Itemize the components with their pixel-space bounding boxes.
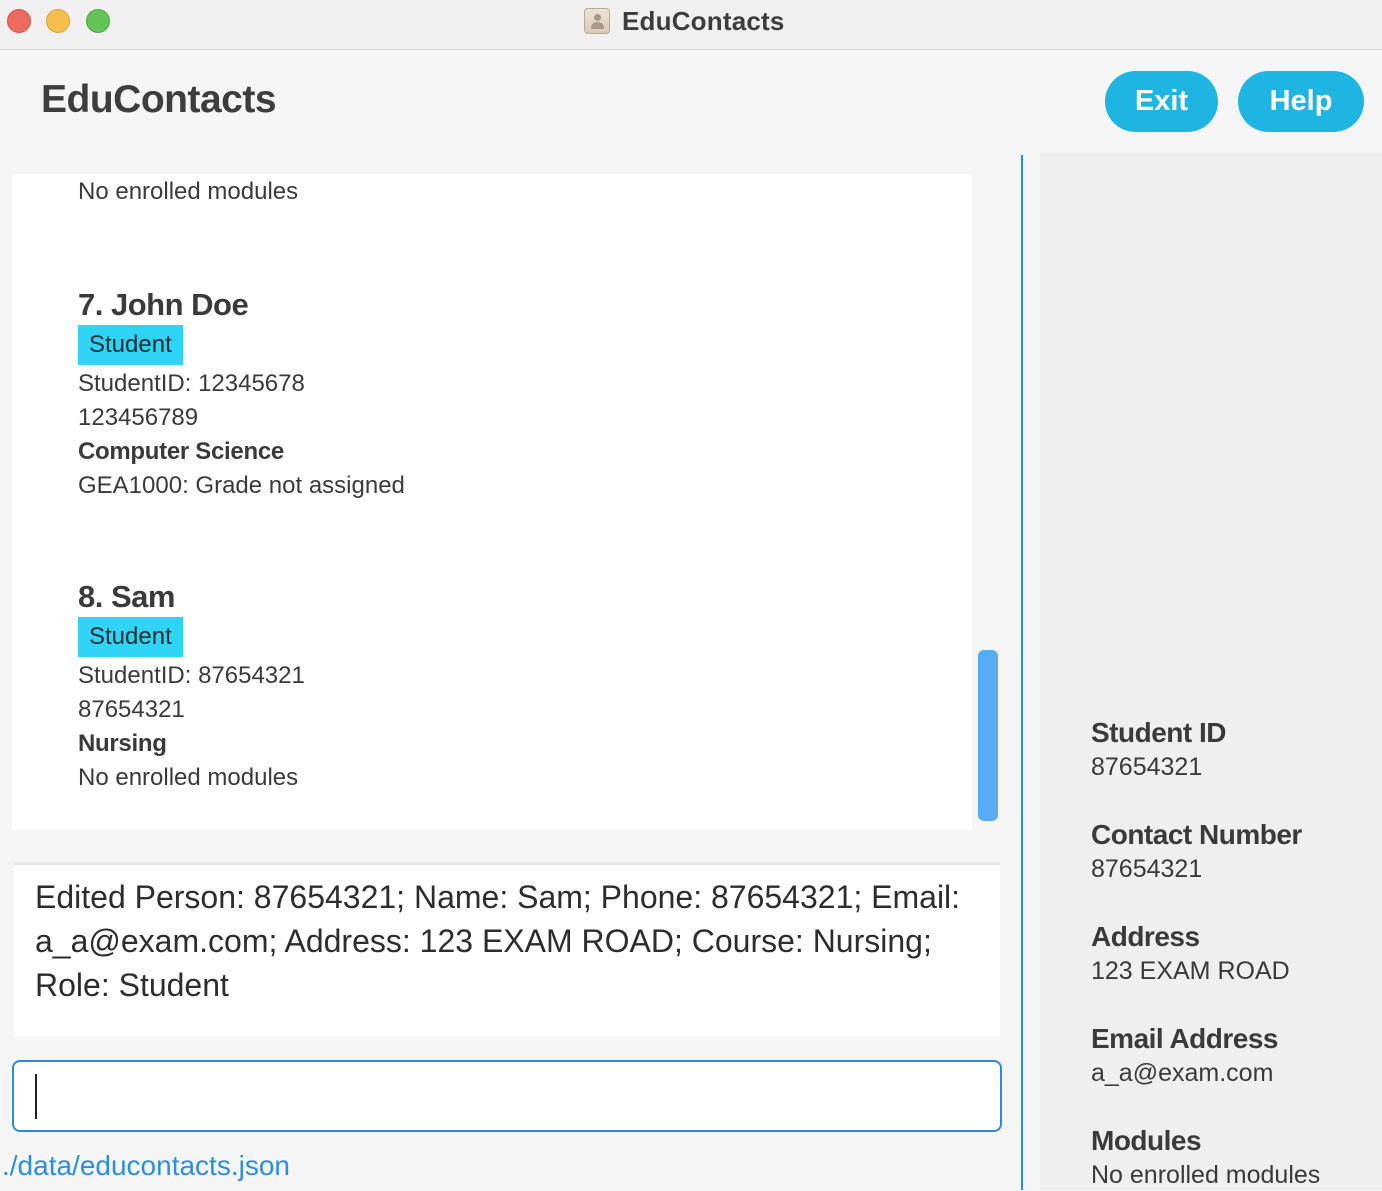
detail-student-id: Student ID 87654321 [1091,715,1227,783]
modules-value: No enrolled modules [1091,1161,1321,1189]
list-scrollbar-thumb[interactable] [978,650,998,821]
command-input[interactable] [34,1072,974,1120]
command-box[interactable] [12,1060,1002,1132]
maximize-window-icon[interactable] [86,9,110,33]
result-message: Edited Person: 87654321; Name: Sam; Phon… [35,879,961,1003]
course: Nursing [78,730,167,757]
window-titlebar: EduContacts [0,0,1382,50]
phone-number: 123456789 [78,404,199,431]
text-caret [35,1074,37,1119]
window-title: EduContacts [584,6,785,36]
person-card[interactable]: 8. Sam Student StudentID: 87654321 87654… [78,577,305,795]
student-id-value: 87654321 [1091,753,1203,781]
person-card[interactable]: 7. John Doe Student StudentID: 12345678 … [78,285,405,503]
detail-email: Email Address a_a@exam.com [1091,1021,1278,1089]
modules: GEA1000: Grade not assigned [78,472,405,499]
window-title-text: EduContacts [622,5,785,36]
save-file-path: ./data/educontacts.json [2,1150,290,1181]
person-name: 7. John Doe [78,287,249,322]
student-id: StudentID: 12345678 [78,370,305,397]
email-address-label: Email Address [1091,1023,1278,1054]
detail-contact-number: Contact Number 87654321 [1091,817,1302,885]
minimize-window-icon[interactable] [46,9,70,33]
role-tag: Student [78,617,183,657]
modules-label: Modules [1091,1125,1202,1156]
address-label: Address [1091,921,1200,952]
exit-button[interactable]: Exit [1105,71,1218,132]
contact-number-value: 87654321 [1091,855,1203,883]
detail-address: Address 123 EXAM ROAD [1091,919,1290,987]
address-value: 123 EXAM ROAD [1091,957,1290,985]
student-id: StudentID: 87654321 [78,662,305,689]
detail-modules: Modules No enrolled modules [1091,1123,1320,1191]
help-button[interactable]: Help [1238,71,1364,132]
app-title: EduContacts [41,78,277,121]
person-detail-panel: Student ID 87654321 Contact Number 87654… [1040,153,1382,1190]
contact-number-label: Contact Number [1091,819,1302,850]
close-window-icon[interactable] [7,9,31,33]
role-tag: Student [78,325,183,365]
result-display: Edited Person: 87654321; Name: Sam; Phon… [14,862,1000,1037]
course: Computer Science [78,438,284,465]
partial-card-modules: No enrolled modules [78,178,299,205]
panel-divider[interactable] [1021,155,1023,1190]
email-address-value: a_a@exam.com [1091,1059,1274,1087]
contacts-app-icon [584,8,610,34]
person-list[interactable]: No enrolled modules 7. John Doe Student … [12,174,972,830]
phone-number: 87654321 [78,696,185,723]
modules: No enrolled modules [78,764,299,791]
student-id-label: Student ID [1091,717,1227,748]
person-name: 8. Sam [78,579,175,614]
